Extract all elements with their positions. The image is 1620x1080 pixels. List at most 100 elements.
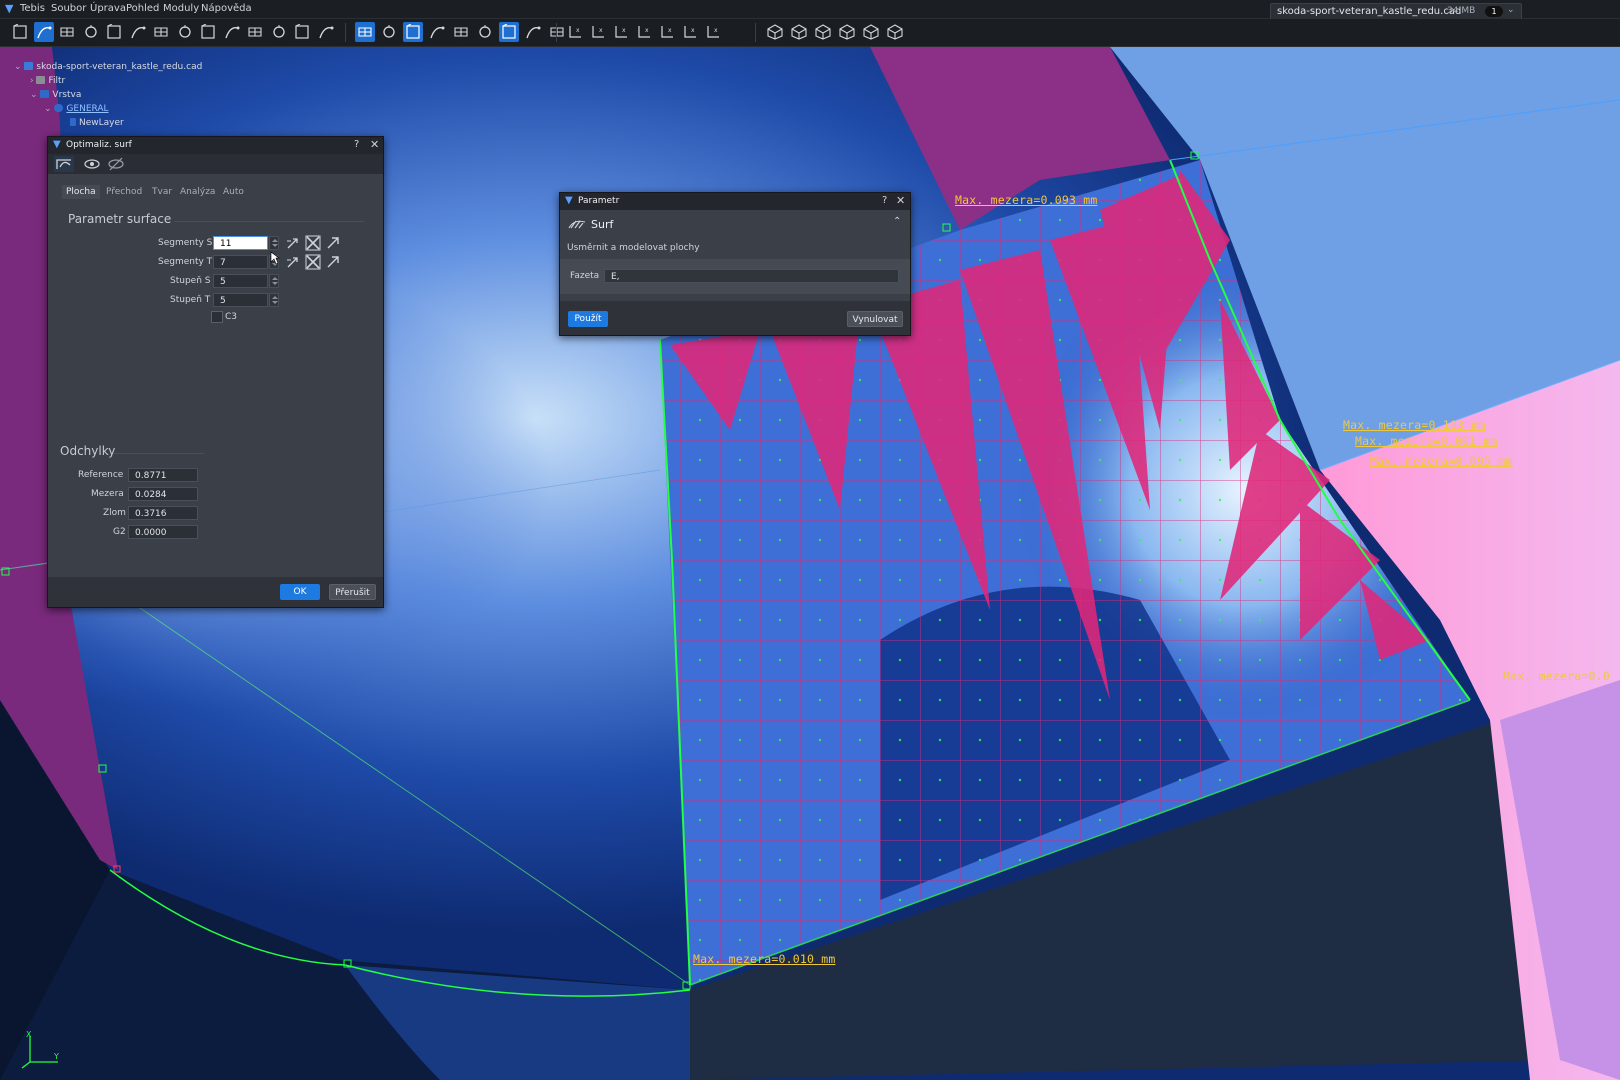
dialog-titlebar[interactable]: ▼ Optimaliz. surf ? ✕ <box>48 137 383 154</box>
degree-t-input[interactable]: 5 <box>213 293 268 307</box>
cancel-button[interactable]: Přerušit <box>329 584 376 600</box>
axis-xy-icon[interactable]: x <box>588 22 608 42</box>
grid-icon[interactable] <box>198 22 218 42</box>
tree-item-vrstva-label: Vrstva <box>52 90 82 100</box>
flat-icon[interactable] <box>547 22 567 42</box>
zoom-icon[interactable] <box>104 22 124 42</box>
tab-plocha[interactable]: Plocha <box>62 185 100 199</box>
axis-z-icon[interactable]: x <box>657 22 677 42</box>
axis-xz-icon[interactable]: x <box>611 22 631 42</box>
pointer-icon[interactable] <box>316 22 336 42</box>
cube-3-icon[interactable] <box>813 22 833 42</box>
arrow-up-right-icon[interactable] <box>325 235 341 251</box>
axis-icon[interactable] <box>151 22 171 42</box>
paint-icon[interactable] <box>475 22 495 42</box>
axis-plain-icon[interactable]: x <box>703 22 723 42</box>
cube-2-icon[interactable] <box>789 22 809 42</box>
eye-off-icon[interactable] <box>108 157 124 171</box>
menu-napoveda[interactable]: Nápověda <box>201 3 252 14</box>
spline-icon[interactable] <box>379 22 399 42</box>
folder-icon <box>40 90 50 98</box>
shaded-icon[interactable] <box>523 22 543 42</box>
surface-grid-icon[interactable] <box>403 22 423 42</box>
segments-s-input[interactable]: 11 <box>213 236 268 250</box>
gap-annotation: Max. mezera=0.010 mm <box>693 952 836 966</box>
degree-t-stepper[interactable] <box>269 293 279 307</box>
toolbar-separator <box>755 23 756 42</box>
segments-t-input[interactable]: 7 <box>213 255 268 269</box>
chevron-down-icon[interactable]: ⌄ <box>1507 5 1515 15</box>
pan-icon[interactable] <box>128 22 148 42</box>
help-button[interactable]: ? <box>882 195 887 206</box>
tree-root[interactable]: ⌄ skoda-sport-veteran_kastle_redu.cad <box>14 62 202 72</box>
arrow-up-right-icon[interactable] <box>325 254 341 270</box>
menu-moduly[interactable]: Moduly <box>163 3 199 14</box>
arrow-curve-icon[interactable] <box>292 22 312 42</box>
cube-1-icon[interactable] <box>765 22 785 42</box>
degree-s-input[interactable]: 5 <box>213 274 268 288</box>
curve-fan-icon[interactable] <box>245 22 265 42</box>
close-icon[interactable]: ✕ <box>370 138 379 151</box>
help-button[interactable]: ? <box>354 139 359 150</box>
svg-text:x: x <box>714 27 718 34</box>
menu-app[interactable]: Tebis <box>20 3 45 14</box>
rotate-icon[interactable] <box>175 22 195 42</box>
increase-arrow-icon[interactable] <box>285 235 301 251</box>
file-selector[interactable]: skoda-sport-veteran_kastle_redu.cad 34 M… <box>1270 3 1522 20</box>
view-box-icon[interactable] <box>10 22 30 42</box>
tree-item-filtr[interactable]: › Filtr <box>30 76 65 86</box>
dialog-titlebar[interactable]: ▼ Parametr ? ✕ <box>560 193 910 210</box>
surface-icon[interactable] <box>427 22 447 42</box>
reference-value: 0.8771 <box>128 468 198 482</box>
curve-fx-icon[interactable] <box>355 22 375 42</box>
tab-auto[interactable]: Auto <box>223 185 244 199</box>
refresh-icon[interactable] <box>81 22 101 42</box>
model-tree: ⌄ skoda-sport-veteran_kastle_redu.cad › … <box>0 58 220 148</box>
optimize-surf-icon[interactable] <box>499 22 519 42</box>
cube-5-icon[interactable] <box>861 22 881 42</box>
fazeta-input[interactable]: E, <box>604 269 899 283</box>
ok-button[interactable]: OK <box>280 584 320 600</box>
increase-arrow-icon[interactable] <box>285 254 301 270</box>
menu-bar: ▼ Tebis Soubor Úprava Pohled Moduly Nápo… <box>0 0 1620 20</box>
tab-analyza[interactable]: Analýza <box>180 185 215 199</box>
dialog-icon-bar <box>48 154 383 174</box>
layer-icon <box>70 118 76 126</box>
reset-button[interactable]: Vynulovat <box>847 311 903 327</box>
axis-zx-icon[interactable]: x <box>680 22 700 42</box>
surface-curve-icon[interactable] <box>56 157 72 171</box>
tree-item-newlayer-label: NewLayer <box>79 118 124 128</box>
segments-s-stepper[interactable] <box>269 236 279 250</box>
collapse-icon[interactable]: ⌃ <box>893 216 901 227</box>
axis-yz-icon[interactable]: x <box>634 22 654 42</box>
tab-prechod[interactable]: Přechod <box>106 185 142 199</box>
cross-grid-icon[interactable] <box>305 235 321 251</box>
menu-uprava[interactable]: Úprava <box>90 3 126 14</box>
toolbar-separator <box>345 23 346 42</box>
eye-icon[interactable] <box>84 157 100 171</box>
view-iso-icon[interactable] <box>57 22 77 42</box>
view-front-icon[interactable] <box>33 22 54 42</box>
axis-x-label: X <box>26 1030 32 1039</box>
tree-item-general[interactable]: ⌄ GENERAL <box>44 104 109 114</box>
tree-item-vrstva[interactable]: ⌄ Vrstva <box>30 90 81 100</box>
app-logo-icon: ▼ <box>53 139 61 150</box>
menu-soubor[interactable]: Soubor <box>51 3 86 14</box>
dialog-title: Parametr <box>578 196 620 206</box>
cube-4-icon[interactable] <box>837 22 857 42</box>
apply-button[interactable]: Použít <box>568 311 608 327</box>
tab-tvar[interactable]: Tvar <box>152 185 172 199</box>
close-icon[interactable]: ✕ <box>896 194 905 207</box>
arrow-down-icon[interactable] <box>269 22 289 42</box>
cross-grid-icon[interactable] <box>305 254 321 270</box>
frame-icon[interactable] <box>222 22 242 42</box>
c3-checkbox[interactable] <box>211 311 223 323</box>
axis-x-icon[interactable]: x <box>565 22 585 42</box>
deviation-label: Mezera <box>91 489 124 499</box>
analysis-icon[interactable] <box>451 22 471 42</box>
tree-item-newlayer[interactable]: NewLayer <box>70 118 124 128</box>
degree-s-stepper[interactable] <box>269 274 279 288</box>
cube-6-icon[interactable] <box>885 22 905 42</box>
menu-pohled[interactable]: Pohled <box>126 3 159 14</box>
layer-icon <box>54 104 64 112</box>
